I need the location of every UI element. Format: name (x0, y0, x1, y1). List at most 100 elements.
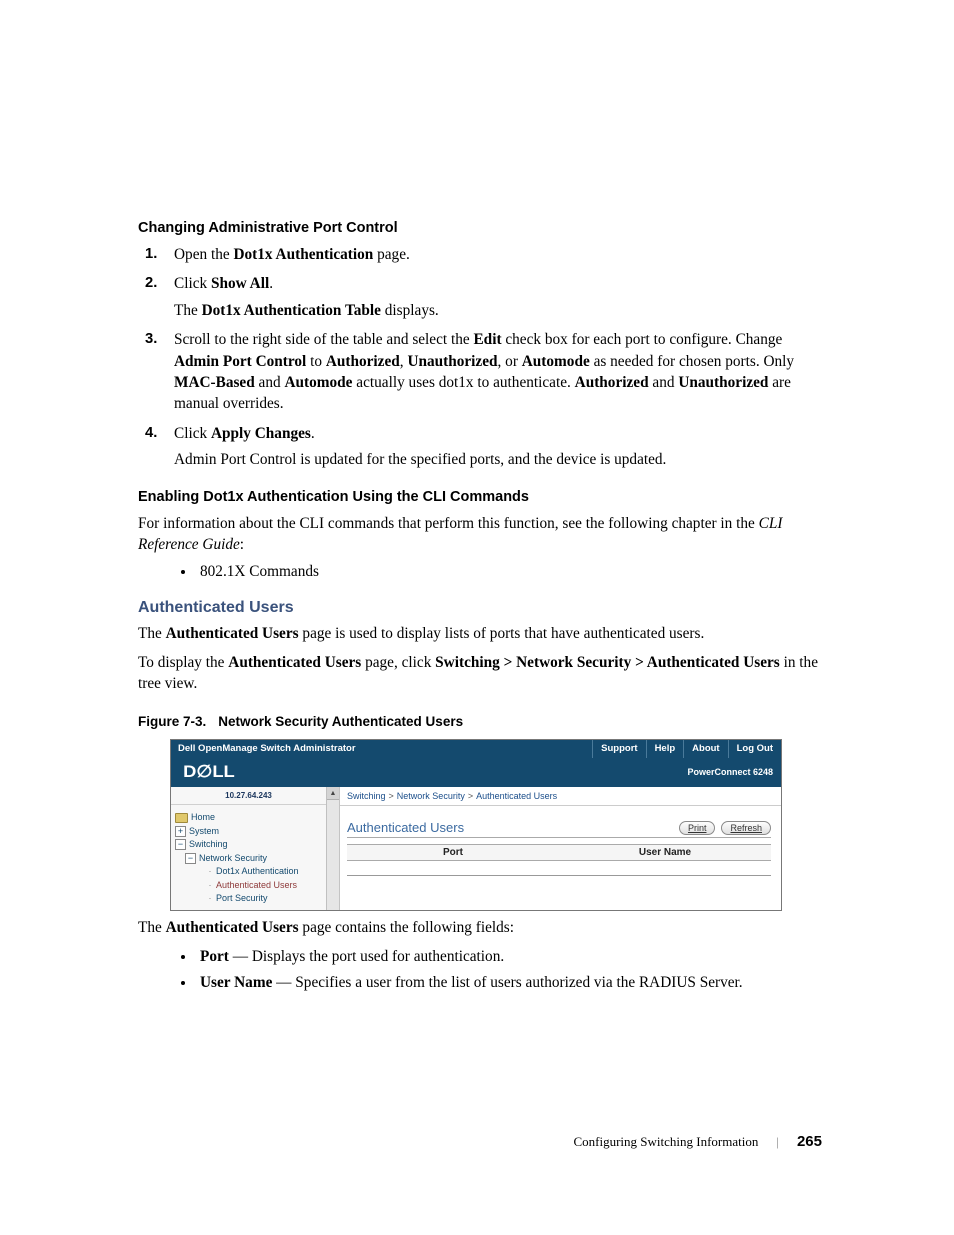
print-button[interactable]: Print (679, 821, 716, 835)
text: page. (373, 246, 410, 263)
folder-icon (175, 813, 188, 823)
logo-row: D∅LL PowerConnect 6248 (171, 758, 781, 787)
screenshot-switch-admin: Dell OpenManage Switch Administrator Sup… (170, 739, 782, 911)
text: check box for each port to configure. Ch… (502, 331, 783, 348)
app-title: Dell OpenManage Switch Administrator (171, 740, 592, 758)
breadcrumb: Switching>Network Security>Authenticated… (327, 787, 781, 806)
dash-icon: · (207, 879, 213, 893)
step-4-result: Admin Port Control is updated for the sp… (174, 449, 824, 470)
tree-authenticated-users[interactable]: ·Authenticated Users (175, 879, 322, 893)
text: page contains the following fields: (299, 919, 514, 936)
ip-address: 10.27.64.243 (171, 787, 326, 805)
field-user-name: User Name — Specifies a user from the li… (196, 972, 824, 993)
text: and (649, 374, 679, 391)
bullet-8021x: 802.1X Commands (196, 563, 824, 581)
label: Port Security (216, 892, 268, 906)
text-bold: MAC-Based (174, 374, 255, 391)
text: and (255, 374, 285, 391)
step-4: Click Apply Changes. Admin Port Control … (138, 423, 824, 471)
text-bold: Automode (522, 353, 590, 370)
text-bold: Automode (284, 374, 352, 391)
collapse-icon[interactable]: − (185, 853, 196, 864)
step-1: Open the Dot1x Authentication page. (138, 244, 824, 265)
text-bold: Authenticated Users (166, 919, 299, 936)
tree-switching[interactable]: −Switching (175, 838, 322, 852)
cli-bullet-list: 802.1X Commands (196, 563, 824, 581)
figure-title: Network Security Authenticated Users (218, 714, 463, 729)
panel-title: Authenticated Users (347, 820, 464, 835)
text: . (311, 425, 315, 442)
text-bold: Switching > Network Security > Authentic… (435, 654, 780, 671)
nav-help[interactable]: Help (646, 740, 684, 758)
tree-dot1x-auth[interactable]: ·Dot1x Authentication (175, 865, 322, 879)
auth-para-2: To display the Authenticated Users page,… (138, 652, 824, 694)
tree-network-security[interactable]: −Network Security (175, 852, 322, 866)
figure-number: Figure 7-3. (138, 714, 206, 729)
collapse-icon[interactable]: − (175, 839, 186, 850)
text: page, click (361, 654, 435, 671)
content-panel: ▲ Switching>Network Security>Authenticat… (327, 787, 781, 910)
heading-changing-admin-port: Changing Administrative Port Control (138, 220, 824, 236)
scrollbar[interactable]: ▲ (327, 787, 340, 910)
text-bold: Edit (473, 331, 501, 348)
text-bold: Apply Changes (211, 425, 311, 442)
text: . (269, 275, 273, 292)
page-number: 265 (797, 1133, 822, 1150)
page-footer: Configuring Switching Information | 265 (138, 1133, 824, 1150)
field-description-list: Port — Displays the port used for authen… (196, 946, 824, 993)
text: The (138, 625, 166, 642)
nav-tree-panel: 10.27.64.243 Home +System −Switching −Ne… (171, 787, 327, 910)
text: The (174, 302, 202, 319)
text: displays. (381, 302, 439, 319)
step-3: Scroll to the right side of the table an… (138, 329, 824, 415)
app-topbar: Dell OpenManage Switch Administrator Sup… (171, 740, 781, 758)
text: : (240, 536, 244, 553)
text: The (138, 919, 166, 936)
tree-port-security[interactable]: ·Port Security (175, 892, 322, 906)
label: Switching (189, 838, 228, 852)
step-2: Click Show All. The Dot1x Authentication… (138, 273, 824, 321)
label: Network Security (199, 852, 267, 866)
product-label: PowerConnect 6248 (687, 767, 773, 777)
expand-icon[interactable]: + (175, 826, 186, 837)
nav-about[interactable]: About (683, 740, 727, 758)
crumb-switching[interactable]: Switching (347, 791, 386, 801)
label: System (189, 825, 219, 839)
auth-para-1: The Authenticated Users page is used to … (138, 623, 824, 644)
footer-section-name: Configuring Switching Information (573, 1134, 758, 1150)
tree-home[interactable]: Home (175, 811, 322, 825)
text-bold: Dot1x Authentication Table (202, 302, 381, 319)
text: — Specifies a user from the list of user… (272, 974, 742, 991)
steps-list: Open the Dot1x Authentication page. Clic… (138, 244, 824, 471)
table-header-row: Port User Name (347, 844, 771, 861)
label: Dot1x Authentication (216, 865, 299, 879)
dash-icon: · (207, 892, 213, 906)
text: Click (174, 275, 211, 292)
nav-logout[interactable]: Log Out (728, 740, 781, 758)
nav-support[interactable]: Support (592, 740, 645, 758)
text: To display the (138, 654, 228, 671)
text-bold: User Name (200, 974, 272, 991)
nav-tree: Home +System −Switching −Network Securit… (171, 805, 326, 910)
refresh-button[interactable]: Refresh (721, 821, 771, 835)
text-bold: Unauthorized (678, 374, 768, 391)
crumb-authenticated-users[interactable]: Authenticated Users (476, 791, 557, 801)
field-port: Port — Displays the port used for authen… (196, 946, 824, 967)
text: Scroll to the right side of the table an… (174, 331, 473, 348)
scroll-up-icon[interactable]: ▲ (327, 787, 339, 800)
figure-caption: Figure 7-3. Network Security Authenticate… (138, 714, 824, 729)
text-bold: Unauthorized (407, 353, 497, 370)
text-bold: Admin Port Control (174, 353, 306, 370)
tree-system[interactable]: +System (175, 825, 322, 839)
post-figure-para: The Authenticated Users page contains th… (138, 917, 824, 938)
text: , or (498, 353, 522, 370)
heading-cli-commands: Enabling Dot1x Authentication Using the … (138, 489, 824, 505)
crumb-network-security[interactable]: Network Security (397, 791, 465, 801)
cli-paragraph: For information about the CLI commands t… (138, 513, 824, 555)
text-bold: Port (200, 948, 229, 965)
label: Authenticated Users (216, 879, 297, 893)
text-bold: Authorized (326, 353, 400, 370)
text-bold: Authenticated Users (228, 654, 361, 671)
heading-authenticated-users: Authenticated Users (138, 599, 824, 617)
text-bold: Authorized (575, 374, 649, 391)
